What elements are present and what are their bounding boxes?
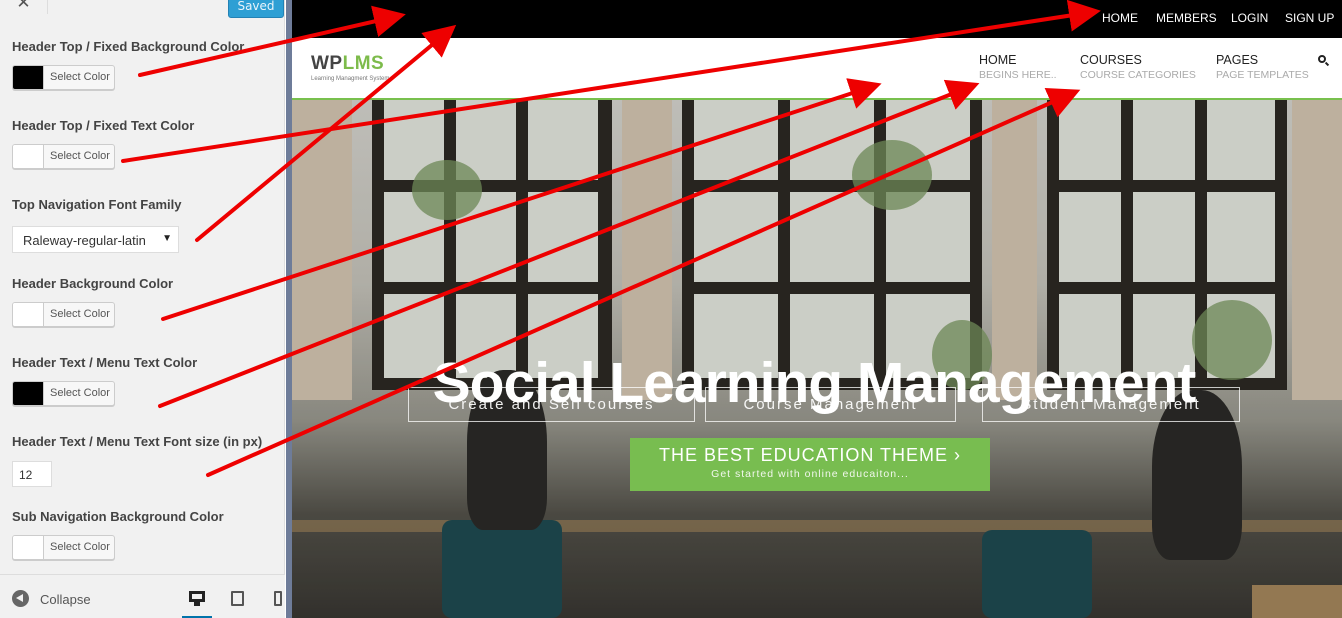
nav-label: COURSES [1080, 53, 1142, 67]
control-label-header-bg: Header Background Color [12, 276, 174, 291]
saved-button[interactable]: Saved [228, 0, 284, 18]
cta-button[interactable]: THE BEST EDUCATION THEME › Get started w… [630, 438, 990, 491]
nav-item-pages[interactable]: PAGES PAGE TEMPLATES [1216, 53, 1309, 81]
preview-left-edge [286, 0, 292, 618]
search-icon[interactable] [1318, 55, 1330, 67]
nav-label: HOME [979, 53, 1017, 67]
select-color-label: Select Color [50, 150, 110, 162]
color-swatch [13, 382, 44, 405]
customizer-panel: ✕ Saved Header Top / Fixed Background Co… [0, 0, 285, 618]
site-header: WPLMS Learning Managment System HOME BEG… [292, 38, 1342, 100]
logo-tagline: Learning Managment System [311, 76, 390, 82]
nav-label: PAGES [1216, 53, 1259, 67]
control-label-header-top-bg: Header Top / Fixed Background Color [12, 39, 245, 54]
control-label-header-text: Header Text / Menu Text Color [12, 355, 198, 370]
customizer-footer: Collapse [0, 574, 285, 618]
nav-item-courses[interactable]: COURSES COURSE CATEGORIES [1080, 53, 1196, 81]
header-top-text-color-picker[interactable]: Select Color [12, 144, 115, 169]
tablet-preview-button[interactable] [223, 585, 253, 618]
select-color-label: Select Color [50, 541, 110, 553]
control-label-top-nav-font: Top Navigation Font Family [12, 197, 182, 212]
sub-nav-bg-color-picker[interactable]: Select Color [12, 535, 115, 560]
top-link-signup[interactable]: SIGN UP [1285, 11, 1334, 25]
site-logo[interactable]: WPLMS Learning Managment System [311, 53, 390, 83]
cta-sub-label: Get started with online educaiton... [711, 468, 909, 480]
chevron-down-icon: ▼ [162, 233, 172, 244]
logo-lms: LMS [342, 53, 385, 74]
menu-font-size-input[interactable]: 12 [12, 461, 52, 487]
top-link-home[interactable]: HOME [1102, 11, 1138, 25]
color-swatch [13, 66, 44, 89]
select-color-label: Select Color [50, 308, 110, 320]
close-icon: ✕ [16, 0, 31, 13]
mobile-icon [274, 591, 282, 606]
collapse-icon [12, 590, 29, 607]
collapse-label: Collapse [40, 592, 91, 607]
top-link-login[interactable]: LOGIN [1231, 11, 1268, 25]
cta-main-label: THE BEST EDUCATION THEME › [658, 445, 962, 465]
control-label-header-top-text: Header Top / Fixed Text Color [12, 118, 195, 133]
nav-sublabel: PAGE TEMPLATES [1216, 69, 1309, 81]
font-select-value: Raleway-regular-latin [23, 233, 146, 248]
select-color-label: Select Color [50, 71, 110, 83]
header-text-color-picker[interactable]: Select Color [12, 381, 115, 406]
select-color-label: Select Color [50, 387, 110, 399]
header-bg-color-picker[interactable]: Select Color [12, 302, 115, 327]
customizer-header: ✕ Saved [0, 0, 285, 18]
color-swatch [13, 145, 44, 168]
hero-title: Social Learning Management [432, 351, 1197, 415]
top-nav-font-select[interactable]: Raleway-regular-latin ▼ [12, 226, 179, 253]
close-button[interactable]: ✕ [0, 0, 48, 14]
nav-item-home[interactable]: HOME BEGINS HERE.. [979, 53, 1057, 81]
top-link-members[interactable]: MEMBERS [1156, 11, 1217, 25]
logo-wp: WP [311, 53, 343, 74]
tablet-icon [231, 591, 244, 606]
header-top-bg-color-picker[interactable]: Select Color [12, 65, 115, 90]
color-swatch [13, 536, 44, 559]
site-preview: HOME MEMBERS LOGIN SIGN UP WPLMS Learnin… [286, 0, 1342, 618]
control-label-sub-nav-bg: Sub Navigation Background Color [12, 509, 224, 524]
desktop-preview-button[interactable] [182, 585, 212, 618]
header-top-bar: HOME MEMBERS LOGIN SIGN UP [292, 0, 1342, 38]
nav-sublabel: COURSE CATEGORIES [1080, 69, 1196, 81]
color-swatch [13, 303, 44, 326]
control-label-menu-font-size: Header Text / Menu Text Font size (in px… [12, 434, 263, 449]
nav-sublabel: BEGINS HERE.. [979, 69, 1057, 81]
